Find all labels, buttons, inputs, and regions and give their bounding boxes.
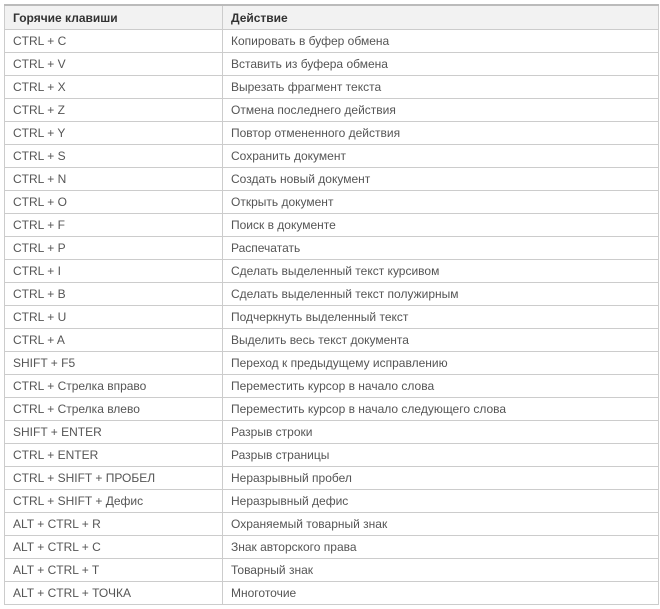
hotkey-cell: CTRL + O [5, 191, 223, 214]
hotkey-cell: CTRL + P [5, 237, 223, 260]
action-cell: Подчеркнуть выделенный текст [223, 306, 659, 329]
table-row: CTRL + YПовтор отмененного действия [5, 122, 659, 145]
hotkey-cell: CTRL + SHIFT + ПРОБЕЛ [5, 467, 223, 490]
table-row: CTRL + AВыделить весь текст документа [5, 329, 659, 352]
table-row: CTRL + VВставить из буфера обмена [5, 53, 659, 76]
action-cell: Переместить курсор в начало слова [223, 375, 659, 398]
table-row: CTRL + FПоиск в документе [5, 214, 659, 237]
hotkey-cell: CTRL + SHIFT + Дефис [5, 490, 223, 513]
hotkey-cell: SHIFT + ENTER [5, 421, 223, 444]
table-row: SHIFT + F5Переход к предыдущему исправле… [5, 352, 659, 375]
hotkey-cell: CTRL + Z [5, 99, 223, 122]
hotkey-cell: ALT + CTRL + ТОЧКА [5, 582, 223, 605]
action-cell: Разрыв строки [223, 421, 659, 444]
action-cell: Сделать выделенный текст курсивом [223, 260, 659, 283]
table-row: CTRL + SСохранить документ [5, 145, 659, 168]
table-row: CTRL + PРаспечатать [5, 237, 659, 260]
action-cell: Вставить из буфера обмена [223, 53, 659, 76]
table-row: CTRL + NСоздать новый документ [5, 168, 659, 191]
hotkey-cell: CTRL + X [5, 76, 223, 99]
hotkey-cell: CTRL + B [5, 283, 223, 306]
action-cell: Повтор отмененного действия [223, 122, 659, 145]
table-row: ALT + CTRL + RОхраняемый товарный знак [5, 513, 659, 536]
action-cell: Неразрывный дефис [223, 490, 659, 513]
hotkeys-table: Горячие клавиши Действие CTRL + CКопиров… [4, 4, 659, 605]
table-row: SHIFT + ENTERРазрыв строки [5, 421, 659, 444]
table-row: CTRL + Стрелка влевоПереместить курсор в… [5, 398, 659, 421]
table-row: CTRL + CКопировать в буфер обмена [5, 30, 659, 53]
hotkey-cell: CTRL + F [5, 214, 223, 237]
hotkey-cell: CTRL + A [5, 329, 223, 352]
action-cell: Распечатать [223, 237, 659, 260]
action-cell: Отмена последнего действия [223, 99, 659, 122]
hotkey-cell: CTRL + ENTER [5, 444, 223, 467]
hotkey-cell: ALT + CTRL + C [5, 536, 223, 559]
action-cell: Сделать выделенный текст полужирным [223, 283, 659, 306]
action-cell: Неразрывный пробел [223, 467, 659, 490]
hotkey-cell: CTRL + C [5, 30, 223, 53]
table-row: CTRL + OОткрыть документ [5, 191, 659, 214]
action-cell: Выделить весь текст документа [223, 329, 659, 352]
table-row: CTRL + ENTERРазрыв страницы [5, 444, 659, 467]
table-row: CTRL + BСделать выделенный текст полужир… [5, 283, 659, 306]
hotkey-cell: ALT + CTRL + R [5, 513, 223, 536]
hotkey-cell: CTRL + I [5, 260, 223, 283]
hotkey-cell: CTRL + N [5, 168, 223, 191]
table-row: ALT + CTRL + TТоварный знак [5, 559, 659, 582]
table-row: CTRL + Стрелка вправоПереместить курсор … [5, 375, 659, 398]
table-row: CTRL + IСделать выделенный текст курсиво… [5, 260, 659, 283]
action-cell: Копировать в буфер обмена [223, 30, 659, 53]
table-row: CTRL + SHIFT + ДефисНеразрывный дефис [5, 490, 659, 513]
action-cell: Разрыв страницы [223, 444, 659, 467]
hotkey-cell: CTRL + Стрелка вправо [5, 375, 223, 398]
header-hotkey: Горячие клавиши [5, 5, 223, 30]
header-action: Действие [223, 5, 659, 30]
table-header-row: Горячие клавиши Действие [5, 5, 659, 30]
action-cell: Открыть документ [223, 191, 659, 214]
hotkey-cell: ALT + CTRL + T [5, 559, 223, 582]
table-row: ALT + CTRL + ТОЧКАМноготочие [5, 582, 659, 605]
hotkey-cell: CTRL + S [5, 145, 223, 168]
action-cell: Многоточие [223, 582, 659, 605]
table-row: CTRL + UПодчеркнуть выделенный текст [5, 306, 659, 329]
table-row: CTRL + SHIFT + ПРОБЕЛНеразрывный пробел [5, 467, 659, 490]
action-cell: Знак авторского права [223, 536, 659, 559]
hotkey-cell: CTRL + U [5, 306, 223, 329]
action-cell: Создать новый документ [223, 168, 659, 191]
action-cell: Переход к предыдущему исправлению [223, 352, 659, 375]
table-row: ALT + CTRL + CЗнак авторского права [5, 536, 659, 559]
action-cell: Товарный знак [223, 559, 659, 582]
hotkey-cell: CTRL + Стрелка влево [5, 398, 223, 421]
table-row: CTRL + XВырезать фрагмент текста [5, 76, 659, 99]
action-cell: Охраняемый товарный знак [223, 513, 659, 536]
hotkey-cell: SHIFT + F5 [5, 352, 223, 375]
hotkey-cell: CTRL + V [5, 53, 223, 76]
table-row: CTRL + ZОтмена последнего действия [5, 99, 659, 122]
action-cell: Переместить курсор в начало следующего с… [223, 398, 659, 421]
action-cell: Сохранить документ [223, 145, 659, 168]
action-cell: Поиск в документе [223, 214, 659, 237]
hotkey-cell: CTRL + Y [5, 122, 223, 145]
action-cell: Вырезать фрагмент текста [223, 76, 659, 99]
